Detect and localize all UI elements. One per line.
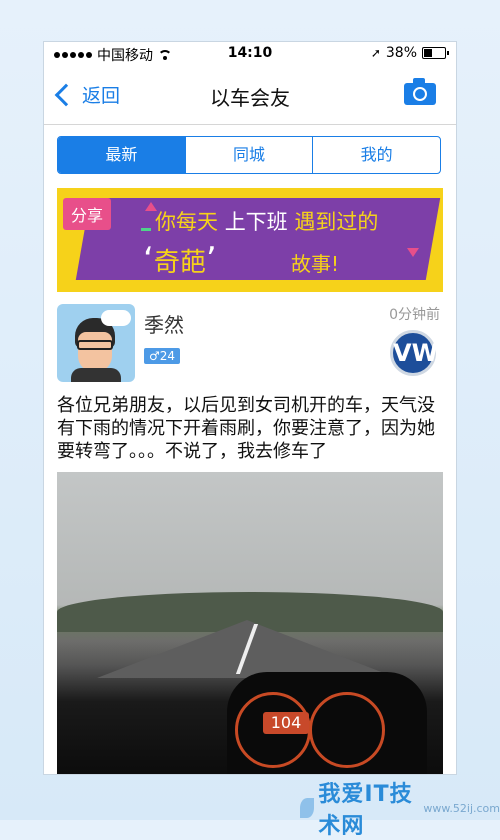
- avatar-glasses: [77, 340, 113, 350]
- vw-logo-icon: VW: [390, 330, 438, 376]
- banner-line-1: 你每天 上下班 遇到过的: [155, 206, 378, 236]
- post-time: 0分钟前: [389, 307, 440, 323]
- status-right: ➚ 38%: [370, 45, 449, 61]
- status-bar: 中国移动 14:10 ➚ 38%: [44, 42, 456, 66]
- banner-text-a: 你每天: [155, 210, 218, 234]
- battery-fill: [424, 49, 432, 57]
- dash-decoration: [141, 228, 151, 231]
- gender-age-badge: ♂24: [144, 348, 181, 364]
- promo-banner[interactable]: 分享 你每天 上下班 遇到过的 ‘奇葩’ 故事!: [57, 188, 443, 292]
- avatar-face: [78, 332, 112, 372]
- camera-icon[interactable]: [404, 78, 436, 105]
- page-title: 以车会友: [210, 86, 290, 110]
- share-tag: 分享: [63, 198, 112, 230]
- author-name[interactable]: 季然: [144, 309, 184, 338]
- avatar-speech-bubble: [101, 310, 131, 326]
- location-icon: ➚: [370, 46, 381, 60]
- avatar-body: [71, 368, 121, 382]
- triangle-decoration-2: [407, 248, 419, 257]
- banner-line-3: 故事!: [291, 252, 340, 276]
- post-photo[interactable]: 104: [57, 472, 443, 774]
- tab-same-city[interactable]: 同城: [184, 137, 313, 173]
- banner-text-b: 上下班: [224, 210, 288, 234]
- banner-text-c: 遇到过的: [294, 210, 379, 234]
- segmented-tabs: 最新 同城 我的: [57, 136, 441, 174]
- navigation-bar: 返回 以车会友: [44, 66, 456, 125]
- watermark-logo: 我爱IT技术网: [318, 782, 413, 839]
- tab-latest[interactable]: 最新: [58, 137, 185, 173]
- post-text: 各位兄弟朋友，以后见到女司机开的车，天气没有下雨的情况下开着雨刷，你要注意了，因…: [57, 395, 435, 462]
- wing-logo-icon: [300, 798, 315, 818]
- avatar[interactable]: [57, 304, 135, 382]
- quote-close: ’: [205, 240, 217, 280]
- highlight-text: 奇葩: [153, 248, 206, 278]
- battery-percent: 38%: [385, 45, 417, 61]
- phone-screen: 中国移动 14:10 ➚ 38% 返回 以车会友 最新 同城 我的 分享 你每天…: [44, 42, 456, 774]
- banner-highlight: ‘奇葩’: [143, 240, 217, 280]
- gauge-ring-right: [309, 692, 385, 768]
- camera-lens: [413, 87, 427, 101]
- watermark-url: www.52ij.com: [423, 801, 500, 815]
- speedometer-readout: 104: [263, 712, 309, 734]
- quote-open: ‘: [143, 240, 154, 280]
- watermark: 我爱IT技术网 www.52ij.com: [300, 776, 500, 840]
- tab-mine[interactable]: 我的: [312, 137, 440, 173]
- battery-icon: [422, 47, 449, 59]
